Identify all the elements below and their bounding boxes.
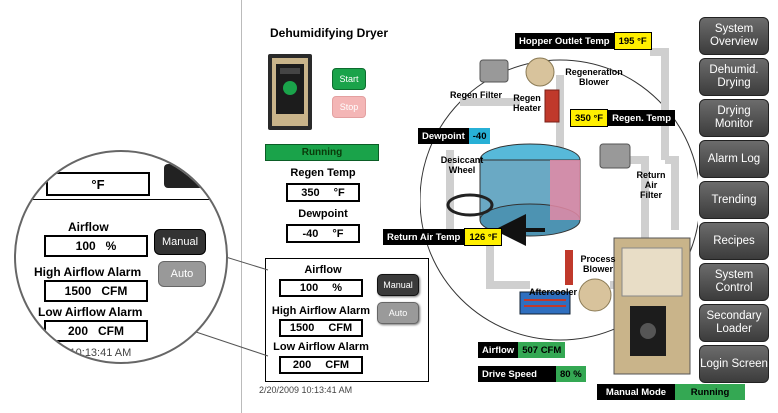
zoom-top-button: [164, 164, 204, 188]
low-airflow-alarm-field[interactable]: 200 CFM: [279, 356, 363, 374]
nav-dehumid-drying[interactable]: Dehumid. Drying: [699, 58, 769, 96]
regen-temp-callout-label: Regen. Temp: [608, 110, 676, 126]
status-indicator: Running: [265, 144, 379, 161]
process-blower-label: Process Blower: [580, 254, 616, 274]
nav-trending[interactable]: Trending: [699, 181, 769, 219]
high-airflow-alarm-label: High Airflow Alarm: [271, 305, 371, 317]
regen-temp-field[interactable]: 350 °F: [286, 183, 360, 202]
hopper-status-bar: Manual Mode Running: [597, 384, 745, 400]
low-airflow-alarm-label: Low Airflow Alarm: [273, 341, 369, 353]
airflow-readout-value: 507 CFM: [518, 342, 566, 358]
zoom-timestamp: 2009 10:13:41 AM: [42, 347, 132, 359]
high-alarm-value: 1500: [289, 322, 315, 334]
drive-speed-label: Drive Speed: [478, 366, 556, 382]
regen-blower-label: Regeneration Blower: [565, 67, 623, 87]
airflow-value: 100: [299, 282, 319, 294]
page-title: Dehumidifying Dryer: [270, 26, 389, 40]
drive-speed-readout: Drive Speed 80 %: [478, 366, 586, 382]
zoom-magnifier: °F Airflow 100 % Manual Auto High Airflo…: [14, 150, 228, 364]
regen-filter-label: Regen Filter: [449, 90, 502, 100]
zoom-top-unit: °F: [91, 176, 105, 192]
dewpoint-label: Dewpoint: [298, 208, 348, 220]
desiccant-wheel-label: Desiccant Wheel: [440, 155, 484, 175]
stop-button[interactable]: Stop: [332, 96, 366, 118]
zoom-low-alarm-unit: CFM: [98, 324, 125, 338]
nav-system-overview[interactable]: System Overview: [699, 17, 769, 55]
manual-mode-label: Manual Mode: [597, 384, 675, 400]
nav-drying-monitor[interactable]: Drying Monitor: [699, 99, 769, 137]
airflow-field[interactable]: 100 %: [279, 279, 363, 297]
zoom-low-alarm-value: 200: [67, 324, 89, 338]
zoom-airflow-label: Airflow: [68, 220, 109, 234]
dewpoint-callout-label: Dewpoint: [418, 128, 469, 144]
zoom-high-alarm-label: High Airflow Alarm: [34, 265, 142, 279]
hopper-outlet-temp-value: 195 °F: [613, 32, 652, 50]
return-air-temp-value: 126 °F: [464, 228, 503, 246]
hopper-image: [613, 237, 691, 375]
nav-system-control[interactable]: System Control: [699, 263, 769, 301]
zoom-high-alarm-value: 1500: [64, 284, 92, 298]
airflow-label: Airflow: [304, 264, 342, 276]
regen-temp-callout-value: 350 °F: [570, 109, 609, 127]
dewpoint-value: -40: [302, 227, 319, 240]
high-airflow-alarm-field[interactable]: 1500 CFM: [279, 319, 363, 337]
auto-button[interactable]: Auto: [377, 302, 419, 324]
zoom-airflow-unit: %: [105, 239, 117, 253]
zoom-airflow-value: 100: [75, 239, 96, 253]
regen-temp-callout: 350 °F Regen. Temp: [570, 109, 676, 127]
low-alarm-value: 200: [292, 359, 312, 371]
zoom-auto-button[interactable]: Auto: [158, 261, 206, 287]
zoom-divider: [30, 199, 226, 200]
regen-temp-label: Regen Temp: [290, 167, 356, 179]
zoom-low-alarm-field[interactable]: 200 CFM: [44, 320, 148, 342]
dewpoint-callout-value: -40: [468, 128, 491, 144]
regen-temp-value: 350: [301, 186, 320, 199]
nav-alarm-log[interactable]: Alarm Log: [699, 140, 769, 178]
regen-temp-unit: °F: [333, 186, 345, 199]
zoom-high-alarm-field[interactable]: 1500 CFM: [44, 280, 148, 302]
return-air-temp-label: Return Air Temp: [383, 229, 465, 245]
low-alarm-unit: CFM: [325, 359, 350, 371]
aftercooler-label: Aftercooler: [528, 287, 577, 297]
zoom-high-alarm-unit: CFM: [101, 284, 128, 298]
airflow-unit: %: [332, 282, 343, 294]
nav-login-screen[interactable]: Login Screen: [699, 345, 769, 383]
hopper-outlet-temp-label: Hopper Outlet Temp: [515, 33, 614, 49]
drive-speed-value: 80 %: [556, 366, 586, 382]
return-air-temp-callout: Return Air Temp 126 °F: [383, 228, 503, 246]
zoom-manual-button[interactable]: Manual: [154, 229, 206, 255]
hopper-running-label: Running: [675, 384, 745, 400]
airflow-readout: Airflow 507 CFM: [478, 342, 566, 358]
airflow-readout-label: Airflow: [478, 342, 519, 358]
return-air-filter-label: Return Air Filter: [636, 170, 666, 200]
high-alarm-unit: CFM: [328, 322, 353, 334]
nav-secondary-loader[interactable]: Secondary Loader: [699, 304, 769, 342]
manual-button[interactable]: Manual: [377, 274, 419, 296]
start-button[interactable]: Start: [332, 68, 366, 90]
regen-heater-label: Regen Heater: [512, 93, 541, 113]
dewpoint-field[interactable]: -40 °F: [286, 224, 360, 243]
zoom-airflow-field[interactable]: 100 %: [44, 235, 148, 257]
nav-recipes[interactable]: Recipes: [699, 222, 769, 260]
dewpoint-unit: °F: [332, 227, 344, 240]
hopper-outlet-temp-callout: Hopper Outlet Temp 195 °F: [515, 32, 652, 50]
dewpoint-callout: Dewpoint -40: [418, 128, 491, 144]
zoom-low-alarm-label: Low Airflow Alarm: [38, 305, 143, 319]
zoom-top-field: °F: [46, 172, 150, 196]
